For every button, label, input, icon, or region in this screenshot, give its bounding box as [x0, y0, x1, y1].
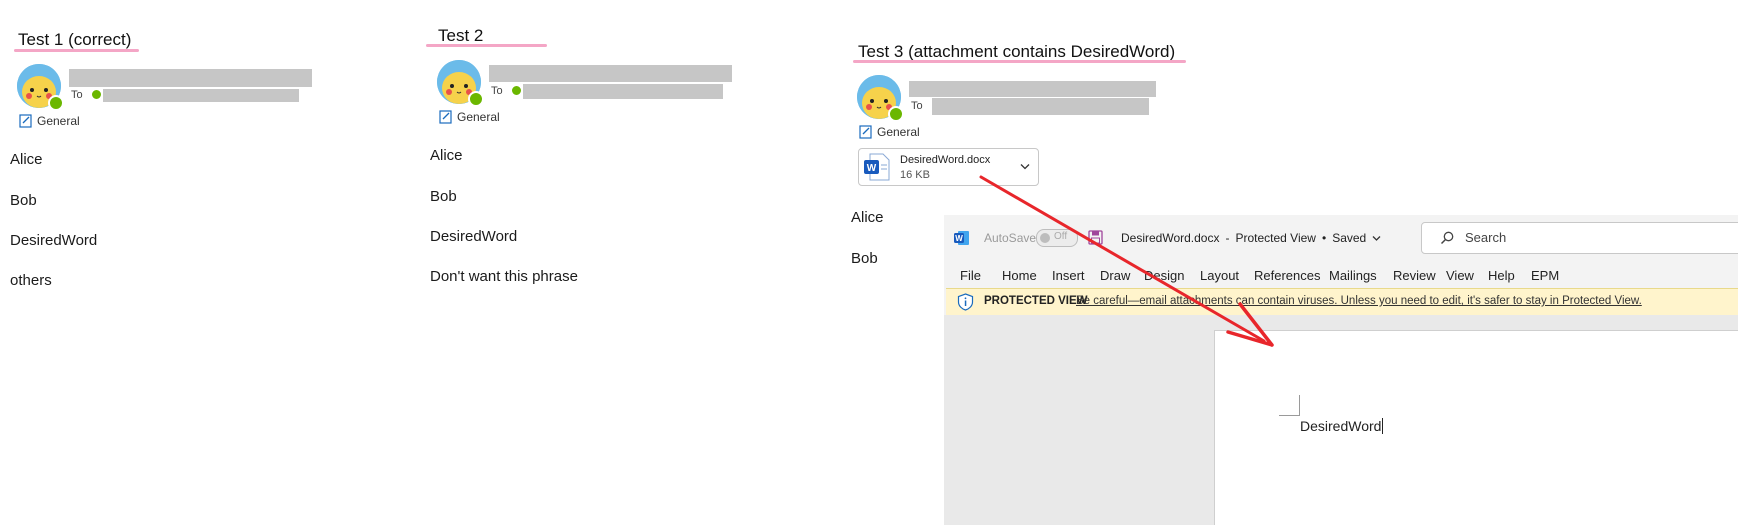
sensitivity-label[interactable]: General	[859, 125, 920, 139]
tab-view[interactable]: View	[1446, 268, 1474, 283]
document-page[interactable]: DesiredWord	[1214, 330, 1738, 525]
tab-draw[interactable]: Draw	[1100, 268, 1130, 283]
sensitivity-label-icon	[19, 114, 32, 128]
to-label: To	[911, 100, 923, 112]
sender-name-redacted	[909, 81, 1156, 97]
test2-title: Test 2	[438, 26, 484, 45]
protected-view-label: PROTECTED VIEW	[984, 295, 1088, 307]
save-icon[interactable]	[1088, 230, 1103, 245]
presence-available-icon	[48, 95, 64, 111]
body-line: Don't want this phrase	[430, 268, 578, 285]
sensitivity-label-icon	[859, 125, 872, 139]
autosave-toggle[interactable]: Off	[1036, 229, 1078, 247]
to-label: To	[71, 89, 83, 101]
tab-review[interactable]: Review	[1393, 268, 1436, 283]
tab-help[interactable]: Help	[1488, 268, 1515, 283]
recipient-presence-icon	[91, 89, 102, 100]
attachment-size: 16 KB	[900, 169, 930, 181]
word-app-icon: W	[954, 231, 969, 245]
body-line: DesiredWord	[10, 232, 98, 249]
document-title: DesiredWord.docx	[1121, 231, 1220, 245]
ribbon-tabs: File Home Insert Draw Design Layout Refe…	[944, 263, 1738, 291]
body-line: Alice	[10, 151, 43, 168]
body-line: DesiredWord	[430, 228, 518, 245]
test2-title-underline	[426, 44, 547, 47]
body-line: Alice	[430, 147, 463, 164]
sensitivity-label-text: General	[37, 114, 80, 128]
autosave-state: Off	[1054, 231, 1068, 242]
sensitivity-label-icon	[439, 110, 452, 124]
chevron-down-icon[interactable]	[1020, 163, 1030, 171]
body-line: Bob	[851, 250, 878, 267]
search-placeholder: Search	[1465, 230, 1507, 245]
title-separator: -	[1225, 231, 1230, 245]
tab-mailings[interactable]: Mailings	[1329, 268, 1377, 283]
sensitivity-label-text: General	[457, 110, 500, 124]
recipient-presence-icon	[511, 85, 522, 96]
body-line: Bob	[430, 188, 457, 205]
tab-insert[interactable]: Insert	[1052, 268, 1085, 283]
autosave-toggle-knob	[1040, 233, 1050, 243]
sensitivity-label[interactable]: General	[19, 114, 80, 128]
protected-view-message[interactable]: Be careful—email attachments can contain…	[1076, 295, 1642, 307]
sender-name-redacted	[489, 65, 732, 82]
document-canvas: DesiredWord	[944, 315, 1738, 525]
tab-references[interactable]: References	[1254, 268, 1320, 283]
tab-epm[interactable]: EPM	[1531, 268, 1559, 283]
shield-info-icon	[957, 293, 974, 311]
tab-home[interactable]: Home	[1002, 268, 1037, 283]
svg-text:W: W	[867, 163, 877, 174]
svg-text:W: W	[955, 234, 963, 243]
sensitivity-label-text: General	[877, 125, 920, 139]
word-titlebar: W AutoSave Off DesiredWord.docx - Protec…	[944, 215, 1738, 263]
tab-layout[interactable]: Layout	[1200, 268, 1239, 283]
document-title-menu[interactable]: DesiredWord.docx - Protected View • Save…	[1121, 231, 1381, 245]
margin-corner-mark	[1279, 395, 1300, 416]
attachment-filename: DesiredWord.docx	[900, 154, 991, 166]
body-line: others	[10, 272, 52, 289]
protected-view-bar: PROTECTED VIEW Be careful—email attachme…	[946, 288, 1738, 316]
test3-title: Test 3 (attachment contains DesiredWord)	[858, 42, 1176, 61]
saved-status: Saved	[1332, 231, 1367, 245]
presence-available-icon	[468, 91, 484, 107]
tab-design[interactable]: Design	[1144, 268, 1184, 283]
body-line: Bob	[10, 192, 37, 209]
word-window: W AutoSave Off DesiredWord.docx - Protec…	[944, 215, 1738, 525]
presence-available-icon	[888, 106, 904, 122]
to-label: To	[491, 85, 503, 97]
sensitivity-label[interactable]: General	[439, 110, 500, 124]
test3-title-underline	[853, 60, 1186, 63]
recipient-redacted	[932, 98, 1149, 115]
search-icon	[1440, 231, 1454, 245]
view-status: Protected View	[1235, 231, 1316, 245]
sender-name-redacted	[69, 69, 312, 87]
tab-file[interactable]: File	[960, 268, 981, 283]
test1-title-underline	[14, 49, 139, 52]
recipient-redacted	[523, 84, 723, 99]
word-document-icon: W	[864, 153, 890, 181]
chevron-down-icon	[1372, 235, 1381, 241]
search-box[interactable]: Search	[1421, 222, 1738, 254]
autosave-label: AutoSave	[984, 231, 1037, 245]
document-body-text: DesiredWord	[1300, 418, 1384, 434]
recipient-redacted	[103, 89, 299, 102]
test1-title: Test 1 (correct)	[18, 30, 132, 49]
body-line: Alice	[851, 209, 884, 226]
status-bullet: •	[1321, 231, 1327, 245]
attachment-card[interactable]: W DesiredWord.docx 16 KB	[858, 148, 1039, 186]
